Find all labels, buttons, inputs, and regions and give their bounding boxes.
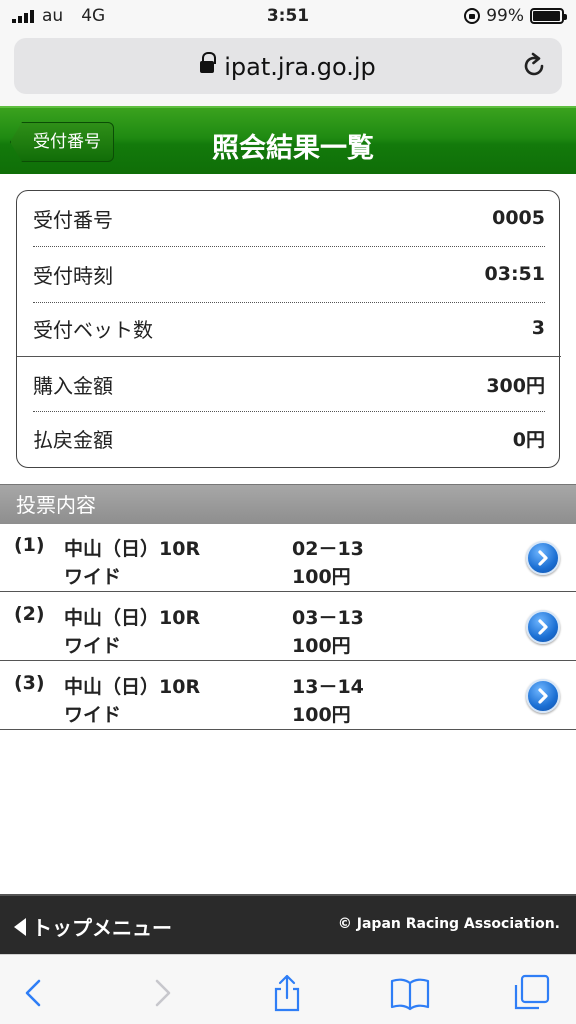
browser-toolbar [0, 954, 576, 1024]
receipt-row-number: 受付番号 0005 [33, 191, 545, 245]
reload-icon[interactable] [520, 52, 548, 80]
copyright-text: © Japan Racing Association. [337, 916, 560, 932]
chevron-right-circle-icon[interactable] [526, 679, 560, 713]
bookmarks-icon[interactable] [390, 973, 430, 1013]
receipt-row-bet-count: 受付ベット数 3 [33, 301, 545, 355]
top-menu-label: トップメニュー [32, 916, 172, 940]
status-bar: au 4G 3:51 99% [0, 0, 576, 34]
bet-row[interactable]: (3) 中山（日）10R ワイド 13－14 100円 [0, 662, 576, 730]
bet-race: 中山（日）10R [64, 538, 201, 560]
receipt-label: 受付時刻 [33, 263, 113, 288]
bet-contents-section-title: 投票内容 [0, 484, 576, 524]
page-header: 受付番号 照会結果一覧 [0, 106, 576, 174]
url-field[interactable]: ipat.jra.go.jp [14, 38, 562, 94]
bet-type: ワイド [64, 704, 122, 726]
page-footer: トップメニュー © Japan Racing Association. [0, 894, 576, 954]
receipt-row-purchase-amount: 購入金額 300円 [33, 357, 545, 411]
bet-type: ワイド [64, 635, 122, 657]
bet-number: (2) [14, 603, 45, 625]
receipt-value: 03:51 [484, 263, 545, 285]
status-right: 99% [464, 6, 567, 26]
bet-row[interactable]: (1) 中山（日）10R ワイド 02－13 100円 [0, 524, 576, 592]
url-text: ipat.jra.go.jp [224, 53, 376, 81]
page-title: 照会結果一覧 [212, 133, 374, 164]
top-menu-link[interactable]: トップメニュー [14, 912, 172, 941]
bet-combination: 02－13 [292, 538, 364, 560]
receipt-label: 購入金額 [33, 373, 113, 398]
bet-number: (1) [14, 534, 45, 556]
rotation-lock-icon [464, 8, 481, 24]
bet-combination: 13－14 [292, 676, 364, 698]
receipt-value: 0円 [512, 428, 545, 451]
bet-race: 中山（日）10R [64, 607, 201, 629]
back-icon[interactable] [14, 973, 54, 1013]
receipt-row-time: 受付時刻 03:51 [33, 247, 545, 301]
bet-row[interactable]: (2) 中山（日）10R ワイド 03－13 100円 [0, 593, 576, 661]
chevron-right-circle-icon[interactable] [526, 541, 560, 575]
receipt-row-payout-amount: 払戻金額 0円 [33, 411, 545, 465]
bet-number: (3) [14, 672, 45, 694]
chevron-right-circle-icon[interactable] [526, 610, 560, 644]
receipt-label: 払戻金額 [33, 427, 113, 452]
bet-type: ワイド [64, 566, 122, 588]
receipt-value: 300円 [486, 374, 545, 397]
bet-amount: 100円 [292, 704, 351, 726]
forward-icon[interactable] [142, 973, 182, 1013]
receipt-summary-card: 受付番号 0005 受付時刻 03:51 受付ベット数 3 購入金額 300円 … [16, 190, 561, 468]
battery-icon [530, 8, 567, 24]
padlock-icon [200, 52, 217, 76]
battery-percent: 99% [486, 6, 524, 26]
receipt-value: 0005 [492, 207, 545, 229]
tabs-icon[interactable] [512, 973, 552, 1013]
bet-amount: 100円 [292, 635, 351, 657]
bet-race: 中山（日）10R [64, 676, 201, 698]
receipt-value: 3 [531, 317, 545, 339]
receipt-label: 受付番号 [33, 207, 113, 232]
bet-combination: 03－13 [292, 607, 364, 629]
chevron-left-icon [14, 917, 26, 936]
bet-amount: 100円 [292, 566, 351, 588]
share-icon[interactable] [267, 973, 307, 1013]
receipt-label: 受付ベット数 [33, 317, 153, 342]
url-display[interactable]: ipat.jra.go.jp [14, 52, 562, 81]
address-bar: ipat.jra.go.jp [0, 34, 576, 106]
